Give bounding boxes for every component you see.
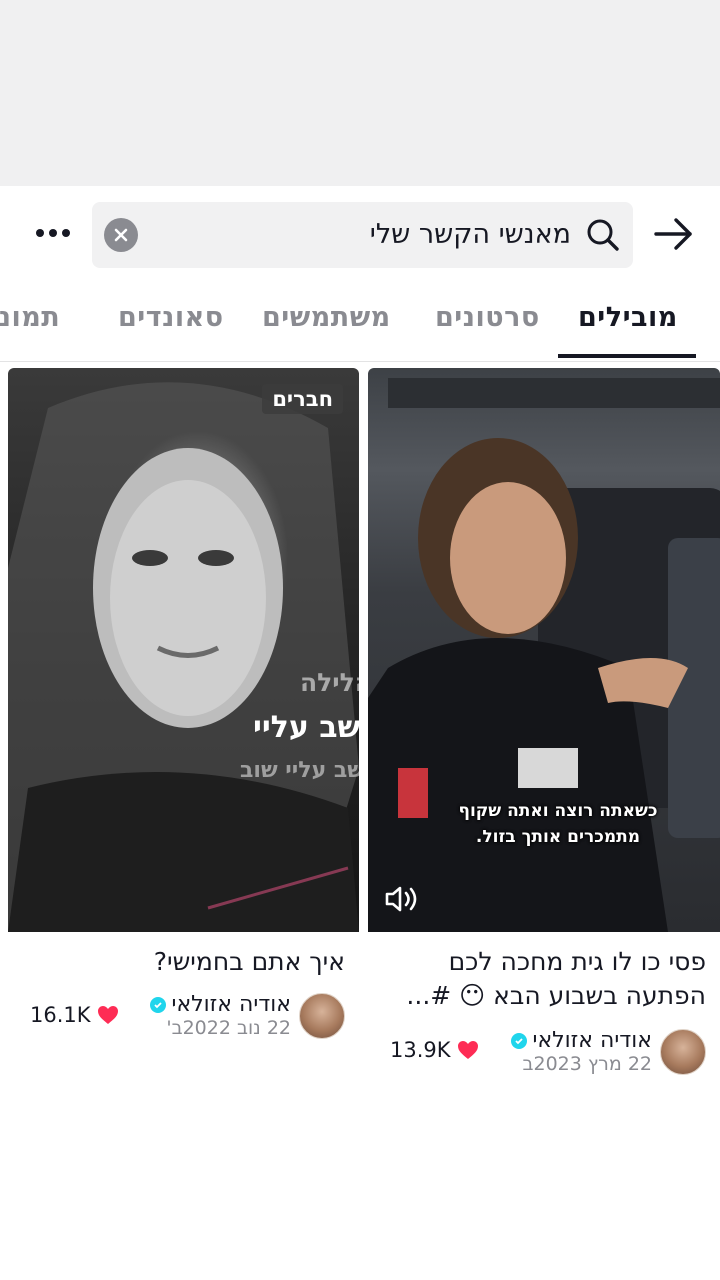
arrow-right-icon[interactable] bbox=[652, 214, 696, 254]
verified-icon bbox=[149, 996, 166, 1013]
dot bbox=[49, 229, 57, 237]
search-tabs: מובילים סרטונים משתמשים סאונדים תמונות bbox=[0, 290, 720, 362]
author-name: אודיה אזולאי bbox=[532, 1028, 652, 1053]
overlay-line: אתה חושב עליי שוב bbox=[240, 758, 359, 783]
avatar[interactable] bbox=[660, 1028, 706, 1075]
verified-icon bbox=[510, 1032, 527, 1049]
subtitle-line: מתמכרים אותך בזול. bbox=[475, 827, 641, 847]
author-text: אודיה אזולאי 22 מרץ 2023ב bbox=[510, 1028, 653, 1075]
active-tab-indicator bbox=[558, 354, 696, 358]
author-text: אודיה אזולאי 22 נוב 2022ב' bbox=[149, 992, 291, 1039]
subtitle-line: כשאתה רוצה ואתה שקוף bbox=[458, 801, 658, 821]
tab-top[interactable]: מובילים bbox=[578, 302, 678, 333]
tab-videos[interactable]: סרטונים bbox=[435, 302, 540, 333]
title-line: איך אתם בחמישי? bbox=[153, 947, 345, 976]
video-title: פסי כו לו גית מחכה לכם הפתעה בשבוע הבא 😶… bbox=[368, 945, 720, 1013]
close-icon bbox=[114, 228, 128, 242]
author-name-row: אודיה אזולאי bbox=[149, 992, 291, 1017]
avatar[interactable] bbox=[299, 992, 345, 1039]
like-count-value: 16.1K bbox=[30, 1003, 91, 1027]
search-icon bbox=[587, 219, 619, 251]
video-title: איך אתם בחמישי? bbox=[8, 945, 359, 979]
tab-photos[interactable]: תמונות bbox=[0, 302, 60, 333]
like-count-value: 13.9K bbox=[390, 1038, 451, 1062]
post-date: 22 נוב 2022ב' bbox=[166, 1017, 291, 1039]
overlay-line: אתה חושב עליי bbox=[253, 710, 359, 745]
friends-badge: חברים bbox=[262, 384, 343, 414]
like-count: 13.9K bbox=[390, 1038, 479, 1062]
sound-on-icon[interactable] bbox=[384, 882, 420, 916]
video-thumbnail: כשאתה רוצה ואתה שקוף מתמכרים אותך בזול. bbox=[368, 368, 720, 932]
tab-sounds[interactable]: סאונדים bbox=[118, 302, 224, 333]
status-area bbox=[0, 0, 720, 186]
video-subtitle: כשאתה רוצה ואתה שקוף מתמכרים אותך בזול. bbox=[428, 798, 688, 850]
post-date: 22 מרץ 2023ב bbox=[522, 1053, 653, 1075]
clear-search-button[interactable] bbox=[104, 218, 138, 252]
dot bbox=[36, 229, 44, 237]
author-name: אודיה אזולאי bbox=[171, 992, 291, 1017]
video-card[interactable]: חברים וכל הלילה אתה חושב עליי אתה חושב ע… bbox=[8, 368, 359, 1092]
more-options-button[interactable] bbox=[28, 208, 78, 258]
author-name-row: אודיה אזולאי bbox=[510, 1028, 652, 1053]
video-thumbnail: חברים וכל הלילה אתה חושב עליי אתה חושב ע… bbox=[8, 368, 359, 932]
overlay-line: וכל הלילה bbox=[300, 668, 359, 697]
search-header: מאנשי הקשר שלי bbox=[0, 186, 720, 282]
heart-icon bbox=[457, 1041, 478, 1059]
title-line: פסי כו לו גית מחכה לכם bbox=[448, 947, 706, 976]
tab-users[interactable]: משתמשים bbox=[262, 302, 391, 333]
heart-icon bbox=[97, 1006, 118, 1024]
author-info[interactable]: אודיה אזולאי 22 מרץ 2023ב bbox=[510, 1028, 706, 1075]
search-input[interactable]: מאנשי הקשר שלי bbox=[92, 202, 633, 268]
thumbnail-art bbox=[8, 382, 359, 932]
video-card[interactable]: כשאתה רוצה ואתה שקוף מתמכרים אותך בזול. … bbox=[368, 368, 720, 1092]
title-line: הפתעה בשבוע הבא 😶 #... bbox=[406, 981, 706, 1010]
like-count: 16.1K bbox=[30, 1003, 119, 1027]
search-query-text: מאנשי הקשר שלי bbox=[369, 219, 571, 250]
author-info[interactable]: אודיה אזולאי 22 נוב 2022ב' bbox=[149, 992, 345, 1039]
dot bbox=[62, 229, 70, 237]
